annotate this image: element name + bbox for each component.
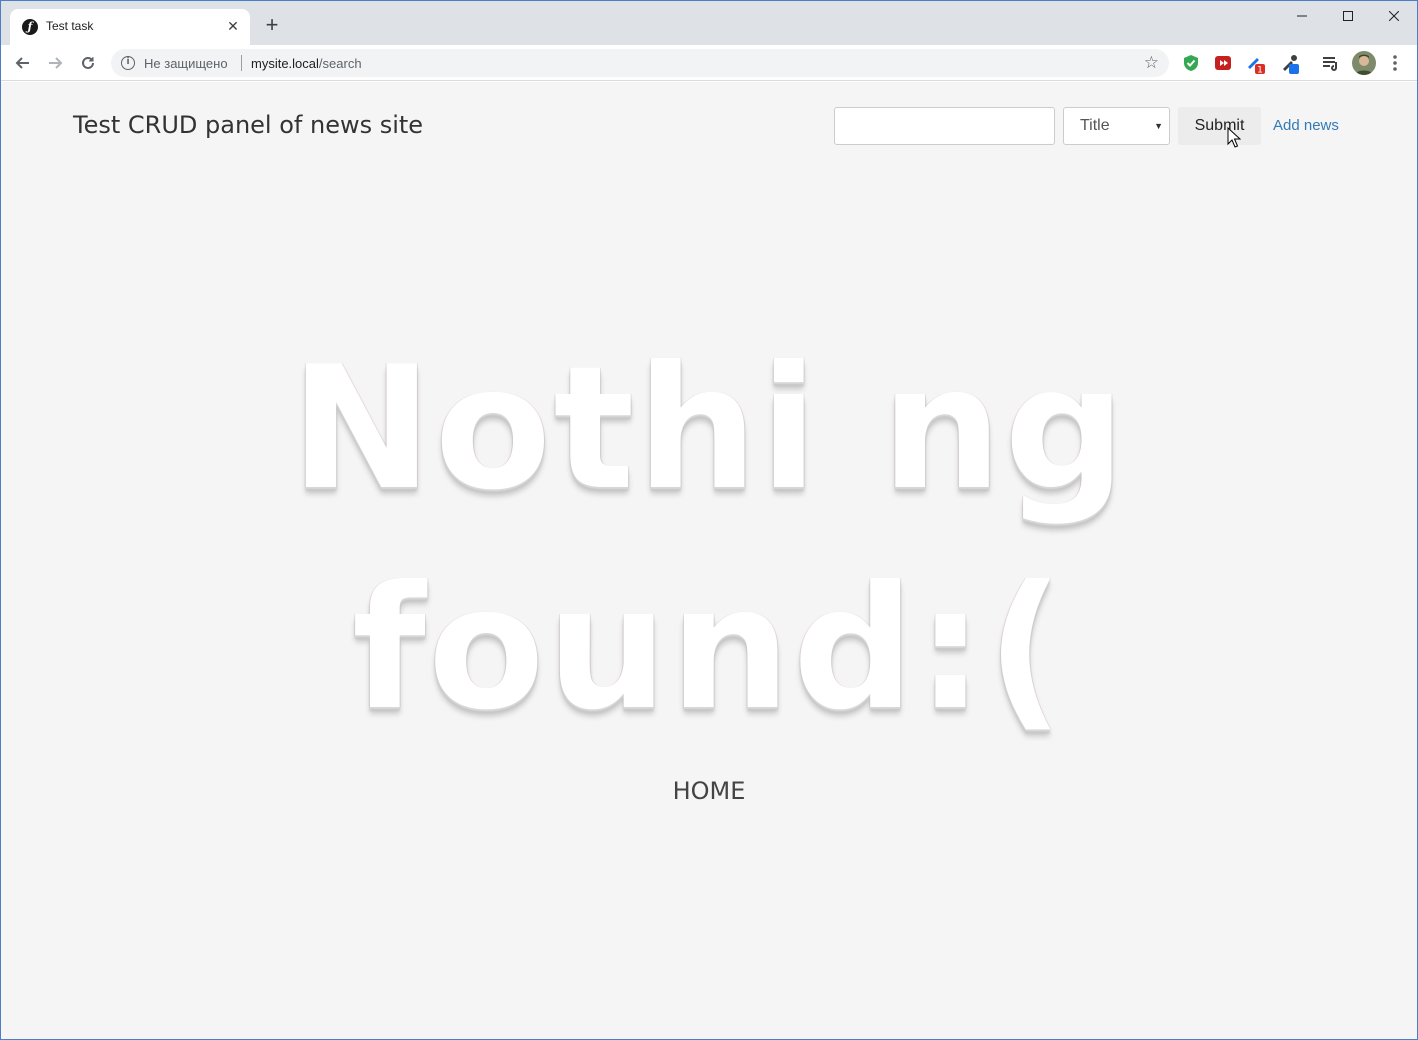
bookmark-star-icon[interactable]: ☆ [1144,53,1159,73]
mouse-cursor-icon [1227,127,1241,148]
reload-icon[interactable] [76,51,100,75]
url-host: mysite.local [251,56,319,71]
extension-badge: 1 [1257,66,1263,76]
close-window-icon[interactable] [1371,1,1417,31]
security-label: Не защищено [144,56,228,71]
kebab-menu-icon[interactable] [1387,53,1403,73]
submit-button[interactable]: Submit [1178,107,1261,145]
address-bar[interactable]: i Не защищено mysite.local/search ☆ [111,49,1169,77]
url-text[interactable]: mysite.local/search [251,56,362,71]
window-controls [1279,1,1417,31]
search-field-selected: Title [1080,117,1110,134]
add-news-link[interactable]: Add news [1273,117,1339,134]
minimize-icon[interactable] [1279,1,1325,31]
info-icon[interactable]: i [121,56,135,70]
close-tab-icon[interactable]: ✕ [224,17,242,35]
url-path: /search [318,56,362,71]
browser-window: ƒ Test task ✕ + i Не защищено mysite.loc… [0,0,1418,1040]
caret-down-icon: ▼ [1154,121,1163,131]
site-title[interactable]: Test CRUD panel of news site [73,111,423,139]
eyedropper-extension-icon[interactable] [1279,53,1299,74]
search-field-select[interactable]: Title ▼ [1063,107,1170,145]
tab-title: Test task [46,19,94,33]
browser-tab[interactable]: ƒ Test task ✕ [10,9,250,45]
home-link[interactable]: HOME [1,777,1417,805]
search-input[interactable] [834,107,1055,145]
tab-strip: ƒ Test task ✕ + [1,1,1417,45]
back-arrow-icon[interactable] [11,51,35,75]
media-queue-icon[interactable] [1321,53,1341,73]
not-found-message-line1: Nothi ng [290,330,1128,528]
symfony-favicon-icon: ƒ [22,19,38,35]
maximize-icon[interactable] [1325,1,1371,31]
browser-toolbar: i Не защищено mysite.local/search ☆ 1 [1,45,1417,81]
omnibox-divider [241,55,242,71]
profile-avatar[interactable] [1352,51,1376,75]
page-content: Test CRUD panel of news site Title ▼ Sub… [1,82,1417,1039]
forward-arrow-icon[interactable] [43,51,67,75]
pen-extension-icon[interactable]: 1 [1245,53,1265,76]
new-tab-icon[interactable]: + [261,14,283,37]
video-extension-icon[interactable] [1213,53,1233,73]
not-found-message-line2: found:( [351,550,1067,748]
shield-extension-icon[interactable] [1181,53,1201,73]
